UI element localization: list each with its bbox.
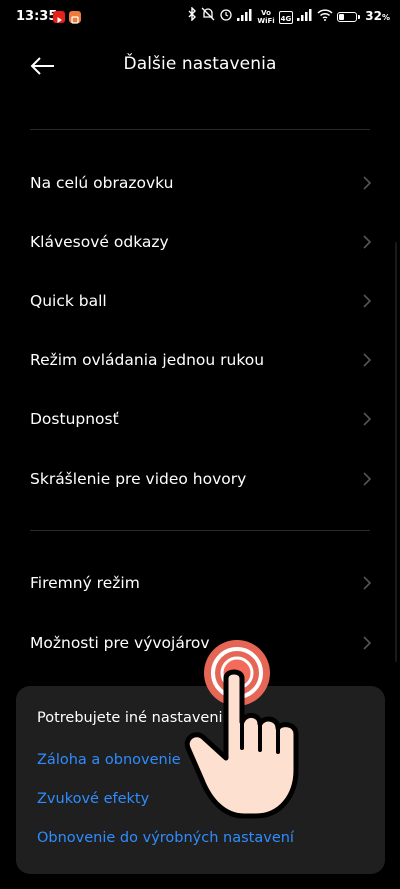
list-item-label: Firemný režim: [30, 573, 140, 592]
chevron-right-icon: [363, 411, 372, 426]
chevron-right-icon: [363, 293, 372, 308]
alarm-icon: [219, 7, 233, 27]
signal-icon: [237, 7, 253, 27]
battery-icon: [337, 12, 361, 22]
chevron-right-icon: [363, 352, 372, 367]
link-factory-reset[interactable]: Obnovenie do výrobných nastavení: [37, 830, 294, 846]
vowifi-bottom-text: WiFi: [257, 17, 275, 25]
lte-icon: 4G: [278, 10, 294, 24]
list-item-enterprise-mode[interactable]: Firemný režim: [0, 553, 400, 612]
tap-hand-icon: [184, 640, 299, 819]
chevron-right-icon: [363, 175, 372, 190]
list-item-quick-ball[interactable]: Quick ball: [0, 271, 400, 330]
youtube-app-icon: [53, 11, 65, 23]
list-item-key-shortcuts[interactable]: Klávesové odkazy: [0, 212, 400, 271]
list-item-label: Klávesové odkazy: [30, 232, 169, 251]
battery-percent-unit: %: [381, 13, 390, 22]
do-not-disturb-icon: [201, 7, 215, 27]
list-item-label: Režim ovládania jednou rukou: [30, 350, 265, 369]
divider: [30, 530, 370, 531]
status-time: 13:35: [16, 9, 58, 24]
list-item-video-call-beauty[interactable]: Skrášlenie pre video hovory: [0, 449, 400, 508]
divider: [30, 129, 370, 130]
scrollbar[interactable]: [395, 242, 397, 662]
list-item-label: Dostupnosť: [30, 409, 119, 428]
link-backup-restore[interactable]: Záloha a obnovenie: [37, 752, 181, 768]
chevron-right-icon: [363, 234, 372, 249]
app-notification-icon: [69, 11, 81, 24]
list-item-label: Quick ball: [30, 291, 107, 310]
list-item-one-handed-mode[interactable]: Režim ovládania jednou rukou: [0, 330, 400, 389]
lte-badge-text: 4G: [280, 14, 292, 23]
chevron-right-icon: [363, 635, 372, 650]
status-bar: 13:35 Vo WiFi 4G 32%: [0, 0, 400, 36]
vowifi-top-text: Vo: [261, 9, 271, 17]
battery-percent: 32%: [365, 6, 390, 28]
chevron-right-icon: [363, 575, 372, 590]
bluetooth-icon: [187, 6, 197, 27]
vowifi-icon: Vo WiFi: [257, 9, 274, 25]
list-item-accessibility[interactable]: Dostupnosť: [0, 389, 400, 448]
page-title: Ďalšie nastavenia: [123, 54, 277, 74]
status-icons: Vo WiFi 4G 32%: [187, 6, 390, 28]
wifi-icon: [317, 7, 333, 27]
list-item-label: Skrášlenie pre video hovory: [30, 469, 247, 488]
list-item-label: Na celú obrazovku: [30, 173, 174, 192]
list-item-full-screen[interactable]: Na celú obrazovku: [0, 153, 400, 212]
signal-icon: [297, 7, 313, 27]
chevron-right-icon: [363, 471, 372, 486]
battery-percent-value: 32: [365, 9, 382, 23]
header: Ďalšie nastavenia: [0, 36, 400, 96]
link-sound-effects[interactable]: Zvukové efekty: [37, 791, 149, 807]
